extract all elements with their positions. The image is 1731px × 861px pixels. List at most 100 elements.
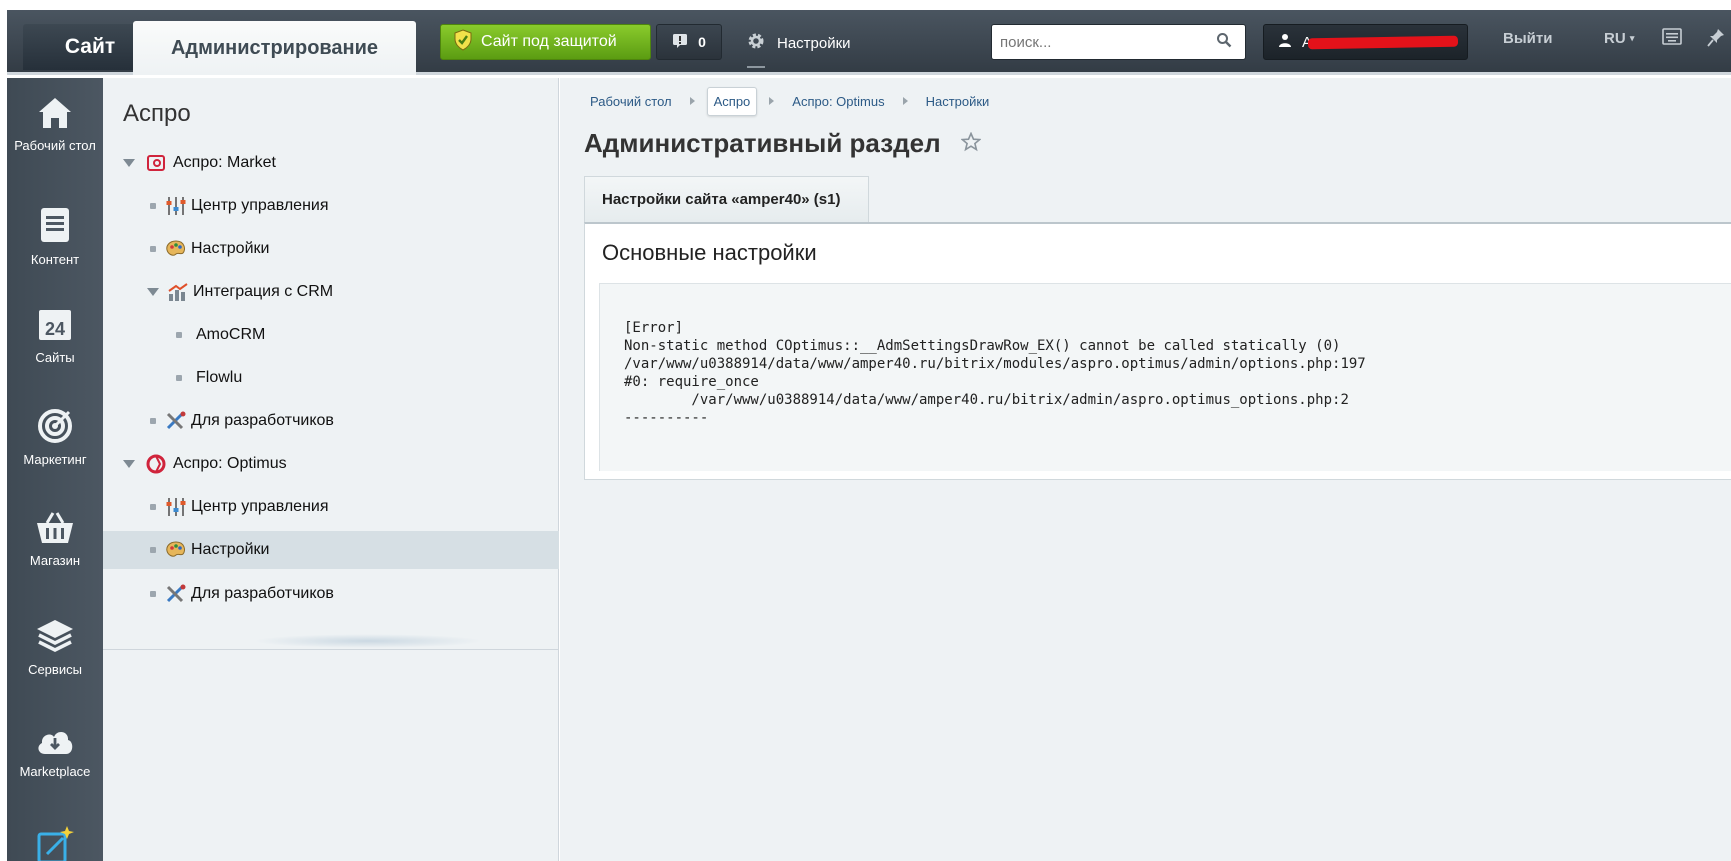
breadcrumb-aspro[interactable]: Аспро xyxy=(706,86,758,116)
top-header: Сайт Администрирование Сайт под защитой … xyxy=(7,10,1731,75)
nav-edit-wizard[interactable] xyxy=(7,824,103,861)
menu-market-control-center-label: Центр управления xyxy=(191,197,329,214)
menu-aspro-market-label: Аспро: Market xyxy=(173,154,276,171)
layers-icon xyxy=(7,618,103,654)
palette-icon xyxy=(165,539,187,561)
menu-market-developers-label: Для разработчиков xyxy=(191,412,334,429)
search-icon[interactable] xyxy=(1216,32,1232,52)
nav-services-label: Сервисы xyxy=(28,662,82,677)
nav-sites-label: Сайты xyxy=(35,350,75,365)
language-label: RU xyxy=(1604,30,1626,47)
chevron-down-icon[interactable] xyxy=(147,288,159,296)
chart-icon xyxy=(167,281,189,303)
menu-optimus-control-center[interactable]: Центр управления xyxy=(103,488,559,526)
breadcrumb-arrow-icon xyxy=(769,97,775,105)
notifications-button[interactable]: 0 xyxy=(656,24,722,60)
palette-icon xyxy=(165,238,187,260)
chevron-down-icon: ▾ xyxy=(1629,33,1635,43)
svg-text:24: 24 xyxy=(45,319,65,339)
breadcrumb-settings[interactable]: Настройки xyxy=(920,88,996,115)
aspro-optimus-icon xyxy=(145,453,167,475)
search-box xyxy=(991,24,1246,60)
bullet-icon xyxy=(176,375,182,381)
tab-site-settings[interactable]: Настройки сайта «amper40» (s1) xyxy=(584,176,869,222)
shield-check-icon xyxy=(453,28,473,56)
nav-shop-label: Магазин xyxy=(29,553,81,568)
aspro-market-icon xyxy=(145,152,167,174)
basket-icon xyxy=(7,511,103,545)
menu-aspro-optimus[interactable]: Аспро: Optimus xyxy=(103,445,559,483)
menu-amocrm[interactable]: AmoCRM xyxy=(103,316,559,354)
keyboard-icon[interactable] xyxy=(1662,28,1682,50)
site-protected-button[interactable]: Сайт под защитой xyxy=(440,24,651,60)
breadcrumb-desktop[interactable]: Рабочий стол xyxy=(584,88,678,115)
menu-aspro-optimus-label: Аспро: Optimus xyxy=(173,455,287,472)
site-protected-label: Сайт под защитой xyxy=(481,33,617,50)
error-message-box: [Error] Non-static method COptimus::__Ad… xyxy=(599,283,1731,471)
search-input[interactable] xyxy=(1000,33,1210,51)
menu-amocrm-label: AmoCRM xyxy=(196,326,266,343)
submenu-resize-handle[interactable] xyxy=(253,634,483,648)
error-text: [Error] Non-static method COptimus::__Ad… xyxy=(624,320,1366,426)
user-menu[interactable]: А xyxy=(1263,24,1468,60)
bullet-icon xyxy=(176,332,182,338)
menu-optimus-developers[interactable]: Для разработчиков xyxy=(103,575,559,613)
settings-underline xyxy=(747,66,765,68)
logout-link[interactable]: Выйти xyxy=(1503,30,1552,47)
bullet-icon xyxy=(150,547,156,553)
menu-optimus-settings[interactable]: Настройки xyxy=(103,531,559,569)
menu-market-settings[interactable]: Настройки xyxy=(103,230,559,268)
language-select[interactable]: RU ▾ xyxy=(1604,30,1634,47)
gear-icon xyxy=(747,32,765,54)
nav-services[interactable]: Сервисы xyxy=(7,618,103,678)
nav-marketplace-label: Marketplace xyxy=(19,764,91,779)
sliders-icon xyxy=(165,496,187,518)
menu-market-settings-label: Настройки xyxy=(191,240,270,257)
breadcrumb-arrow-icon xyxy=(902,97,908,105)
submenu-title: Аспро xyxy=(123,100,191,127)
pin-icon[interactable] xyxy=(1707,28,1725,52)
user-icon xyxy=(1278,33,1292,51)
breadcrumb-aspro-optimus[interactable]: Аспро: Optimus xyxy=(786,88,890,115)
target-icon xyxy=(7,408,103,444)
sliders-icon xyxy=(165,195,187,217)
cloud-download-icon xyxy=(7,726,103,756)
magic-edit-icon xyxy=(7,824,103,861)
nav-marketplace[interactable]: Marketplace xyxy=(7,726,103,780)
main-navigation: Рабочий стол Контент 24 Сайты Маркетинг … xyxy=(7,78,103,861)
menu-market-control-center[interactable]: Центр управления xyxy=(103,187,559,225)
chevron-down-icon[interactable] xyxy=(123,460,135,468)
breadcrumb: Рабочий стол Аспро Аспро: Optimus Настро… xyxy=(584,86,995,116)
bullet-icon xyxy=(150,504,156,510)
settings-link[interactable]: Настройки xyxy=(747,28,851,68)
home-icon xyxy=(7,96,103,130)
bullet-icon xyxy=(150,246,156,252)
bullet-icon xyxy=(150,418,156,424)
nav-desktop[interactable]: Рабочий стол xyxy=(7,96,103,154)
page-title-row: Административный раздел xyxy=(584,128,982,159)
notification-icon xyxy=(672,33,688,52)
chevron-down-icon[interactable] xyxy=(123,159,135,167)
breadcrumb-arrow-icon xyxy=(689,97,695,105)
bullet-icon xyxy=(150,591,156,597)
section-heading: Основные настройки xyxy=(602,240,817,265)
star-icon[interactable] xyxy=(959,128,982,159)
nav-content[interactable]: Контент xyxy=(7,206,103,268)
menu-crm-integration-label: Интеграция с CRM xyxy=(193,283,334,300)
nav-marketing[interactable]: Маркетинг xyxy=(7,408,103,468)
menu-crm-integration[interactable]: Интеграция с CRM xyxy=(103,273,559,311)
menu-market-developers[interactable]: Для разработчиков xyxy=(103,402,559,440)
top-strip xyxy=(0,0,1731,10)
admin-tab[interactable]: Администрирование xyxy=(133,21,416,75)
nav-shop[interactable]: Магазин xyxy=(7,511,103,569)
nav-sites[interactable]: 24 Сайты xyxy=(7,308,103,366)
tools-icon xyxy=(165,583,187,605)
menu-optimus-control-center-label: Центр управления xyxy=(191,498,329,515)
menu-flowlu[interactable]: Flowlu xyxy=(103,359,559,397)
calendar-24-icon: 24 xyxy=(7,308,103,342)
page-title: Административный раздел xyxy=(584,128,941,158)
redaction-mark xyxy=(1307,35,1459,50)
menu-aspro-market[interactable]: Аспро: Market xyxy=(103,144,559,182)
nav-marketing-label: Маркетинг xyxy=(23,452,87,467)
aspro-submenu: Аспро Аспро: Market Центр управления Нас… xyxy=(103,78,559,861)
